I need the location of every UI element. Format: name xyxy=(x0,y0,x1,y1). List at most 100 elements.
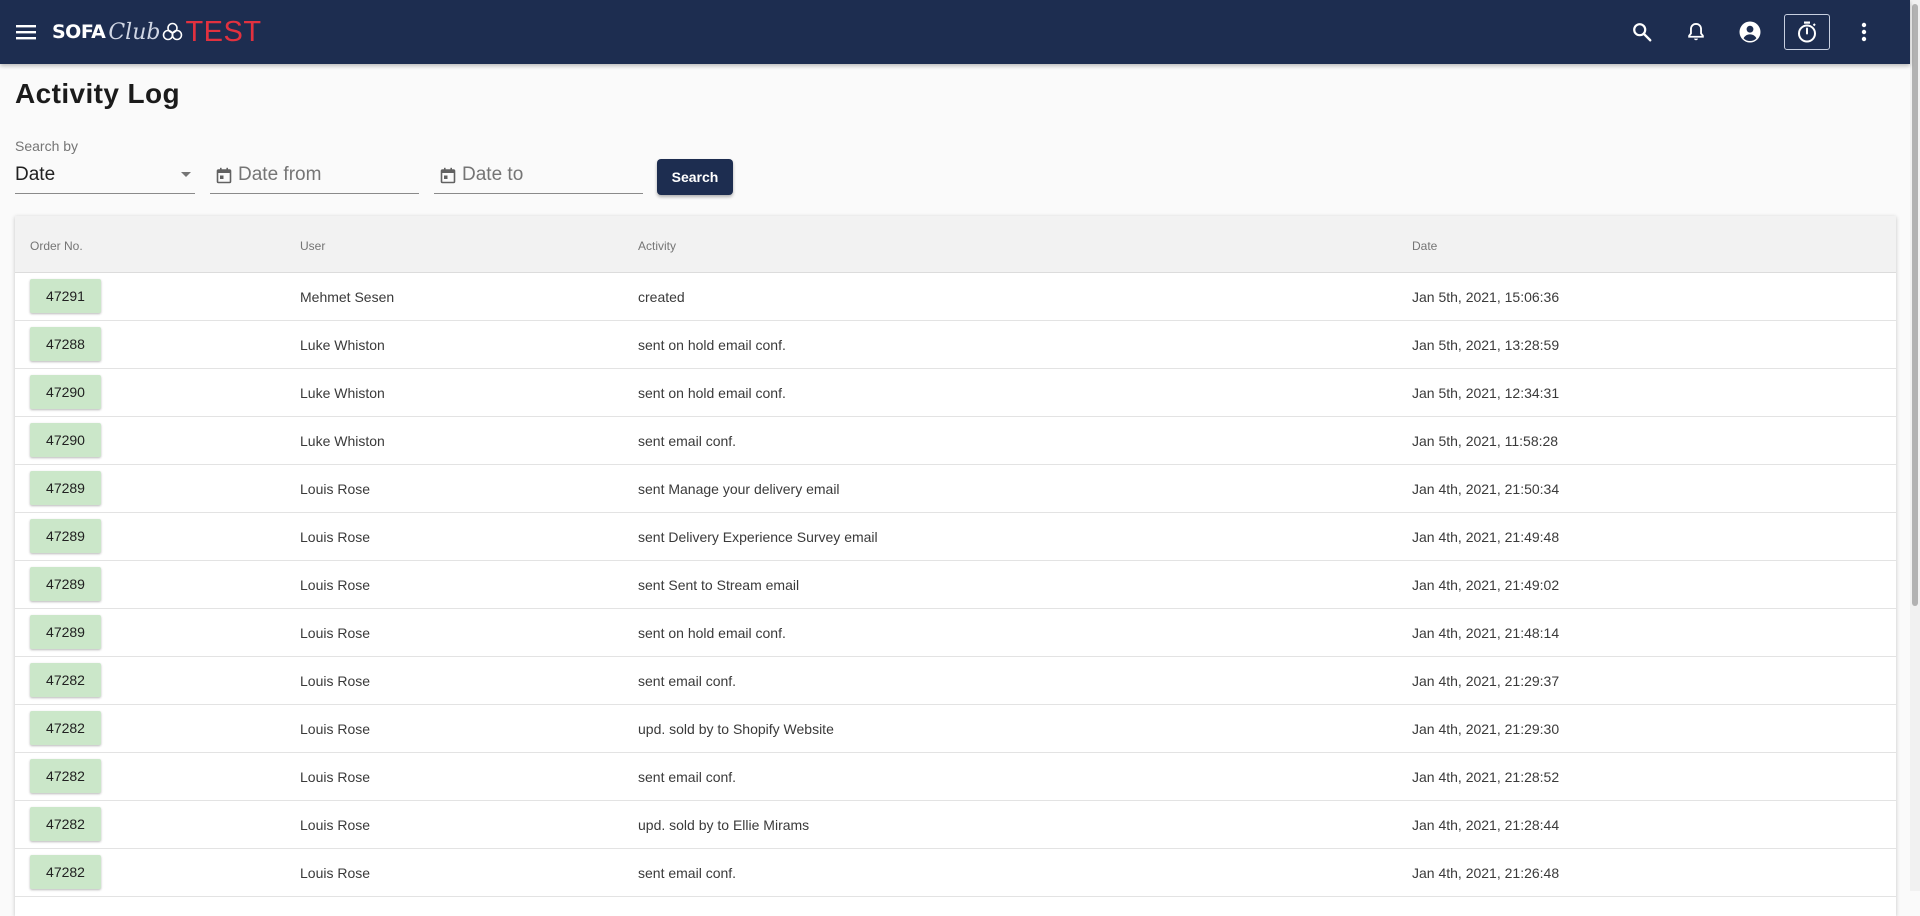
notifications-button[interactable] xyxy=(1672,8,1720,56)
activity-cell: upd. sold by to Ellie Mirams xyxy=(638,817,810,833)
user-cell: Louis Rose xyxy=(300,817,371,833)
user-cell: Luke Whiston xyxy=(300,433,385,449)
account-button[interactable] xyxy=(1726,8,1774,56)
date-from-field[interactable] xyxy=(210,160,419,194)
app-logo[interactable]: SOFA Club TEST xyxy=(52,0,262,64)
order-number-button[interactable]: 47291 xyxy=(30,279,101,313)
search-button[interactable] xyxy=(1618,8,1666,56)
date-cell: Jan 4th, 2021, 21:29:30 xyxy=(1412,721,1560,737)
order-number-button[interactable]: 47282 xyxy=(30,663,101,697)
table-row[interactable]: 47290 Luke Whiston sent on hold email conf… xyxy=(15,369,1896,417)
activity-cell: sent Sent to Stream email xyxy=(638,577,800,593)
activity-cell: sent email conf. xyxy=(638,673,737,689)
date-cell: Jan 4th, 2021, 21:48:14 xyxy=(1412,625,1560,641)
order-number-button[interactable]: 47289 xyxy=(30,519,101,553)
date-from-input[interactable] xyxy=(238,164,398,186)
logo-sofa-text: SOFA xyxy=(52,21,106,43)
date-cell: Jan 4th, 2021, 21:26:48 xyxy=(1412,865,1560,881)
date-to-field[interactable] xyxy=(434,160,643,194)
table-row[interactable]: 47288 Luke Whiston sent on hold email conf… xyxy=(15,321,1896,369)
order-number-button[interactable]: 47289 xyxy=(30,615,101,649)
activity-cell: sent on hold email conf. xyxy=(638,625,786,641)
table-row[interactable]: 47290 Luke Whiston sent email conf. Jan 5th… xyxy=(15,417,1896,465)
user-cell: Luke Whiston xyxy=(300,337,385,353)
page-scrollbar[interactable] xyxy=(1910,0,1920,891)
column-header-date[interactable]: Date xyxy=(1412,239,1437,253)
user-cell: Louis Rose xyxy=(300,769,371,785)
menu-icon xyxy=(16,25,36,40)
logo-circles-icon xyxy=(163,22,183,41)
activity-table: Order No. User Activity Date 47291 Mehmet… xyxy=(15,216,1896,916)
activity-cell: sent Delivery Experience Survey email xyxy=(638,529,878,545)
table-row[interactable]: 47289 Louis Rose sent Manage your delivery… xyxy=(15,465,1896,513)
timer-icon xyxy=(1798,21,1816,43)
date-cell: Jan 5th, 2021, 11:58:28 xyxy=(1412,433,1559,449)
top-app-bar: SOFA Club TEST xyxy=(0,0,1910,64)
search-by-label: Search by xyxy=(15,138,79,154)
order-number-button[interactable]: 47282 xyxy=(30,855,101,889)
user-cell: Louis Rose xyxy=(300,625,371,641)
table-row[interactable]: 47291 Mehmet Sesen created Jan 5th, 2021, 1… xyxy=(15,273,1896,321)
activity-cell: created xyxy=(638,289,685,305)
order-number-button[interactable]: 47282 xyxy=(30,759,101,793)
timer-button[interactable] xyxy=(1784,14,1830,50)
menu-button[interactable] xyxy=(0,0,52,64)
dropdown-arrow-icon xyxy=(181,172,191,177)
order-number-button[interactable]: 47290 xyxy=(30,375,101,409)
table-row[interactable]: 47289 Louis Rose sent Sent to Stream email… xyxy=(15,561,1896,609)
scrollbar-thumb[interactable] xyxy=(1912,4,1918,606)
logo-test-text: TEST xyxy=(185,15,262,48)
more-options-button[interactable] xyxy=(1840,8,1888,56)
column-header-order-no[interactable]: Order No. xyxy=(30,239,83,253)
table-row[interactable]: 47282 Louis Rose sent email conf. Jan 4th, … xyxy=(15,753,1896,801)
calendar-icon xyxy=(216,167,232,184)
order-number-button[interactable]: 47282 xyxy=(30,711,101,745)
topbar-actions xyxy=(1612,0,1910,64)
table-row[interactable]: 47289 Louis Rose sent Delivery Experience … xyxy=(15,513,1896,561)
activity-cell: sent on hold email conf. xyxy=(638,337,786,353)
date-cell: Jan 4th, 2021, 21:28:44 xyxy=(1412,817,1560,833)
activity-cell: upd. sold by to Shopify Website xyxy=(638,721,834,737)
more-vert-icon xyxy=(1861,22,1867,42)
date-cell: Jan 4th, 2021, 21:28:52 xyxy=(1412,769,1560,785)
column-header-activity[interactable]: Activity xyxy=(638,239,676,253)
date-cell: Jan 4th, 2021, 21:49:02 xyxy=(1412,577,1560,593)
page-title: Activity Log xyxy=(15,78,181,109)
activity-cell: sent email conf. xyxy=(638,769,737,785)
date-cell: Jan 4th, 2021, 21:29:37 xyxy=(1412,673,1560,689)
user-cell: Louis Rose xyxy=(300,529,371,545)
column-header-user[interactable]: User xyxy=(300,239,325,253)
calendar-icon xyxy=(440,167,456,184)
order-number-button[interactable]: 47289 xyxy=(30,567,101,601)
user-cell: Louis Rose xyxy=(300,481,371,497)
user-cell: Louis Rose xyxy=(300,577,371,593)
table-row[interactable]: 47289 Louis Rose sent on hold email conf. J… xyxy=(15,609,1896,657)
user-cell: Mehmet Sesen xyxy=(300,289,395,305)
order-number-button[interactable]: 47289 xyxy=(30,471,101,505)
activity-cell: sent email conf. xyxy=(638,433,737,449)
table-row[interactable]: 47282 Louis Rose sent email conf. Jan 4th, … xyxy=(15,657,1896,705)
date-cell: Jan 4th, 2021, 21:50:34 xyxy=(1412,481,1560,497)
account-circle-icon xyxy=(1739,21,1761,43)
date-cell: Jan 5th, 2021, 12:34:31 xyxy=(1412,385,1560,401)
order-number-button[interactable]: 47288 xyxy=(30,327,101,361)
date-cell: Jan 5th, 2021, 13:28:59 xyxy=(1412,337,1560,353)
search-by-select[interactable]: Date xyxy=(15,160,195,194)
table-row[interactable]: 47282 Louis Rose upd. sold by to Ellie Mir… xyxy=(15,801,1896,849)
search-by-value: Date xyxy=(15,164,56,185)
user-cell: Louis Rose xyxy=(300,673,371,689)
date-to-input[interactable] xyxy=(462,164,622,186)
search-button[interactable]: Search xyxy=(657,159,733,195)
order-number-button[interactable]: 47282 xyxy=(30,807,101,841)
activity-cell: sent on hold email conf. xyxy=(638,385,786,401)
user-cell: Louis Rose xyxy=(300,721,371,737)
table-header: Order No. User Activity Date xyxy=(15,216,1896,273)
activity-cell: sent Manage your delivery email xyxy=(638,481,840,497)
user-cell: Louis Rose xyxy=(300,865,371,881)
date-cell: Jan 5th, 2021, 15:06:36 xyxy=(1412,289,1560,305)
order-number-button[interactable]: 47290 xyxy=(30,423,101,457)
bell-icon xyxy=(1688,23,1704,41)
table-row[interactable]: 47282 Louis Rose sent email conf. Jan 4th, … xyxy=(15,849,1896,897)
search-icon xyxy=(1633,23,1652,42)
table-row[interactable]: 47282 Louis Rose upd. sold by to Shopify W… xyxy=(15,705,1896,753)
